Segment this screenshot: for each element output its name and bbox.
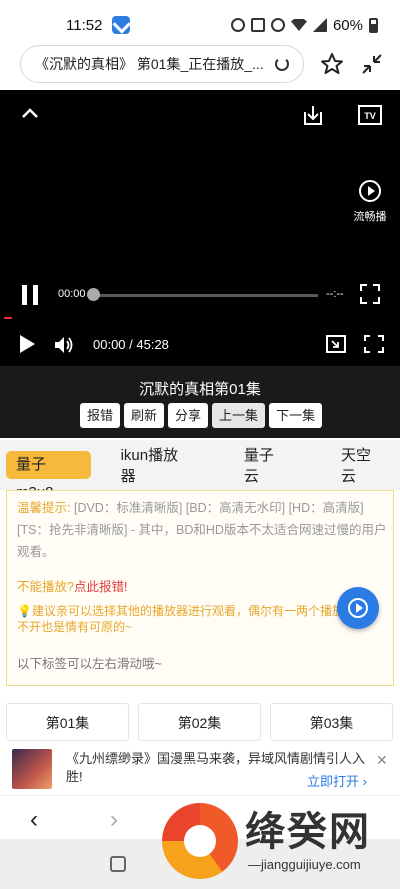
status-bar: 11:52 60%	[0, 0, 400, 50]
app-notification-icon	[112, 16, 131, 34]
cloud-play-icon	[348, 598, 368, 618]
chevron-up-icon[interactable]	[20, 104, 40, 124]
play-icon[interactable]	[20, 335, 35, 353]
cannot-play-line: 不能播放?点此报错!	[17, 576, 127, 595]
cannot-play-text: 不能播放?	[17, 580, 74, 594]
watermark: 绛癸网 —jiangguijiuye.com	[150, 795, 400, 889]
wifi-icon	[290, 19, 307, 31]
progress-knob[interactable]	[87, 288, 100, 301]
share-button[interactable]: 分享	[168, 403, 209, 428]
volte-icon	[250, 18, 265, 32]
reload-icon[interactable]	[275, 57, 289, 71]
battery-icon	[369, 17, 378, 33]
video-player[interactable]: TV 流畅播 00:00 --:-- 00:00 / 45:28	[0, 90, 400, 366]
floating-play-button[interactable]	[337, 587, 379, 629]
back-button[interactable]: ‹	[30, 806, 38, 834]
report-link[interactable]: 点此报错!	[74, 580, 127, 594]
smooth-play-label: 流畅播	[353, 211, 387, 223]
notice-text: 温馨提示: [DVD：标准清晰版] [BD：高清无水印] [HD：高清版] [T…	[17, 497, 387, 563]
notice-body: [DVD：标准清晰版] [BD：高清无水印] [HD：高清版] [TS：抢先非清…	[17, 501, 387, 559]
episode-list: 第01集 第02集 第03集	[6, 703, 394, 741]
ad-open-button[interactable]: 立即打开 ›	[307, 771, 367, 790]
tv-cast-icon[interactable]: TV	[358, 104, 382, 126]
url-text[interactable]: 《沉默的真相》 第01集_正在播放_...	[35, 54, 267, 74]
forward-button[interactable]: ›	[110, 806, 118, 834]
svg-text:TV: TV	[364, 111, 376, 121]
volume-icon[interactable]	[54, 336, 74, 354]
alarm-icon	[230, 18, 245, 32]
signal-icon	[312, 18, 327, 32]
tab-source-4[interactable]: 天空云	[331, 444, 394, 486]
suggestion-text: 💡建议亲可以选择其他的播放器进行观看，偶尔有一两个播放器不开也是情有可原的~	[17, 604, 356, 634]
recent-apps-icon[interactable]	[110, 856, 126, 872]
close-icon[interactable]: ✕	[376, 752, 388, 769]
end-time: --:--	[326, 288, 344, 300]
episode-title: 沉默的真相第01集	[139, 381, 261, 398]
action-buttons: 报错 刷新 分享 上一集 下一集	[80, 403, 323, 428]
expand-icon[interactable]	[364, 335, 384, 353]
ad-banner[interactable]: 《九州缥缈录》国漫黑马来袭，异域风情剧情引人入胜! 立即打开 › ✕	[0, 746, 400, 792]
refresh-button[interactable]: 刷新	[124, 403, 165, 428]
buffer-indicator	[4, 317, 12, 319]
watermark-site: —jiangguijiuye.com	[248, 857, 361, 872]
cloud-play-icon	[359, 180, 381, 202]
watermark-logo-icon	[162, 803, 238, 879]
episode-button-3[interactable]: 第03集	[270, 703, 393, 741]
ad-thumbnail	[12, 749, 52, 789]
pause-icon[interactable]	[20, 285, 40, 305]
status-time: 11:52	[66, 16, 103, 34]
current-time: 00:00	[58, 288, 86, 300]
notice-box: 温馨提示: [DVD：标准清晰版] [BD：高清无水印] [HD：高清版] [T…	[6, 490, 394, 686]
battery-percent: 60%	[332, 16, 363, 34]
time-display: 00:00 / 45:28	[93, 337, 169, 352]
progress-track[interactable]	[92, 294, 318, 297]
download-icon[interactable]	[302, 104, 324, 126]
tab-source-1[interactable]: 量子m3u8	[6, 451, 91, 501]
previous-episode-button[interactable]: 上一集	[212, 403, 266, 428]
smooth-play-button[interactable]: 流畅播	[350, 180, 390, 224]
address-bar[interactable]: 《沉默的真相》 第01集_正在播放_...	[20, 45, 304, 83]
report-error-button[interactable]: 报错	[80, 403, 121, 428]
episode-button-1[interactable]: 第01集	[6, 703, 129, 741]
tab-source-3[interactable]: 量子云	[234, 444, 297, 486]
episode-title-bar: 沉默的真相第01集 报错 刷新 分享 上一集 下一集	[0, 366, 400, 438]
swipe-hint: 以下标签可以左右滑动哦~	[17, 657, 162, 671]
minimize-arrows-icon[interactable]	[360, 52, 384, 76]
mute-icon	[270, 18, 285, 32]
notice-label: 温馨提示:	[17, 501, 71, 515]
picture-in-picture-icon[interactable]	[326, 335, 346, 353]
source-tabs: 量子m3u8 ikun播放器 量子云 天空云	[0, 440, 400, 501]
episode-button-2[interactable]: 第02集	[138, 703, 261, 741]
watermark-name: 绛癸网	[245, 809, 371, 855]
bookmark-star-icon[interactable]	[320, 52, 344, 76]
fullscreen-icon[interactable]	[360, 284, 380, 304]
status-icons: 60%	[230, 16, 378, 34]
tab-source-2[interactable]: ikun播放器	[111, 444, 200, 486]
next-episode-button[interactable]: 下一集	[269, 403, 323, 428]
